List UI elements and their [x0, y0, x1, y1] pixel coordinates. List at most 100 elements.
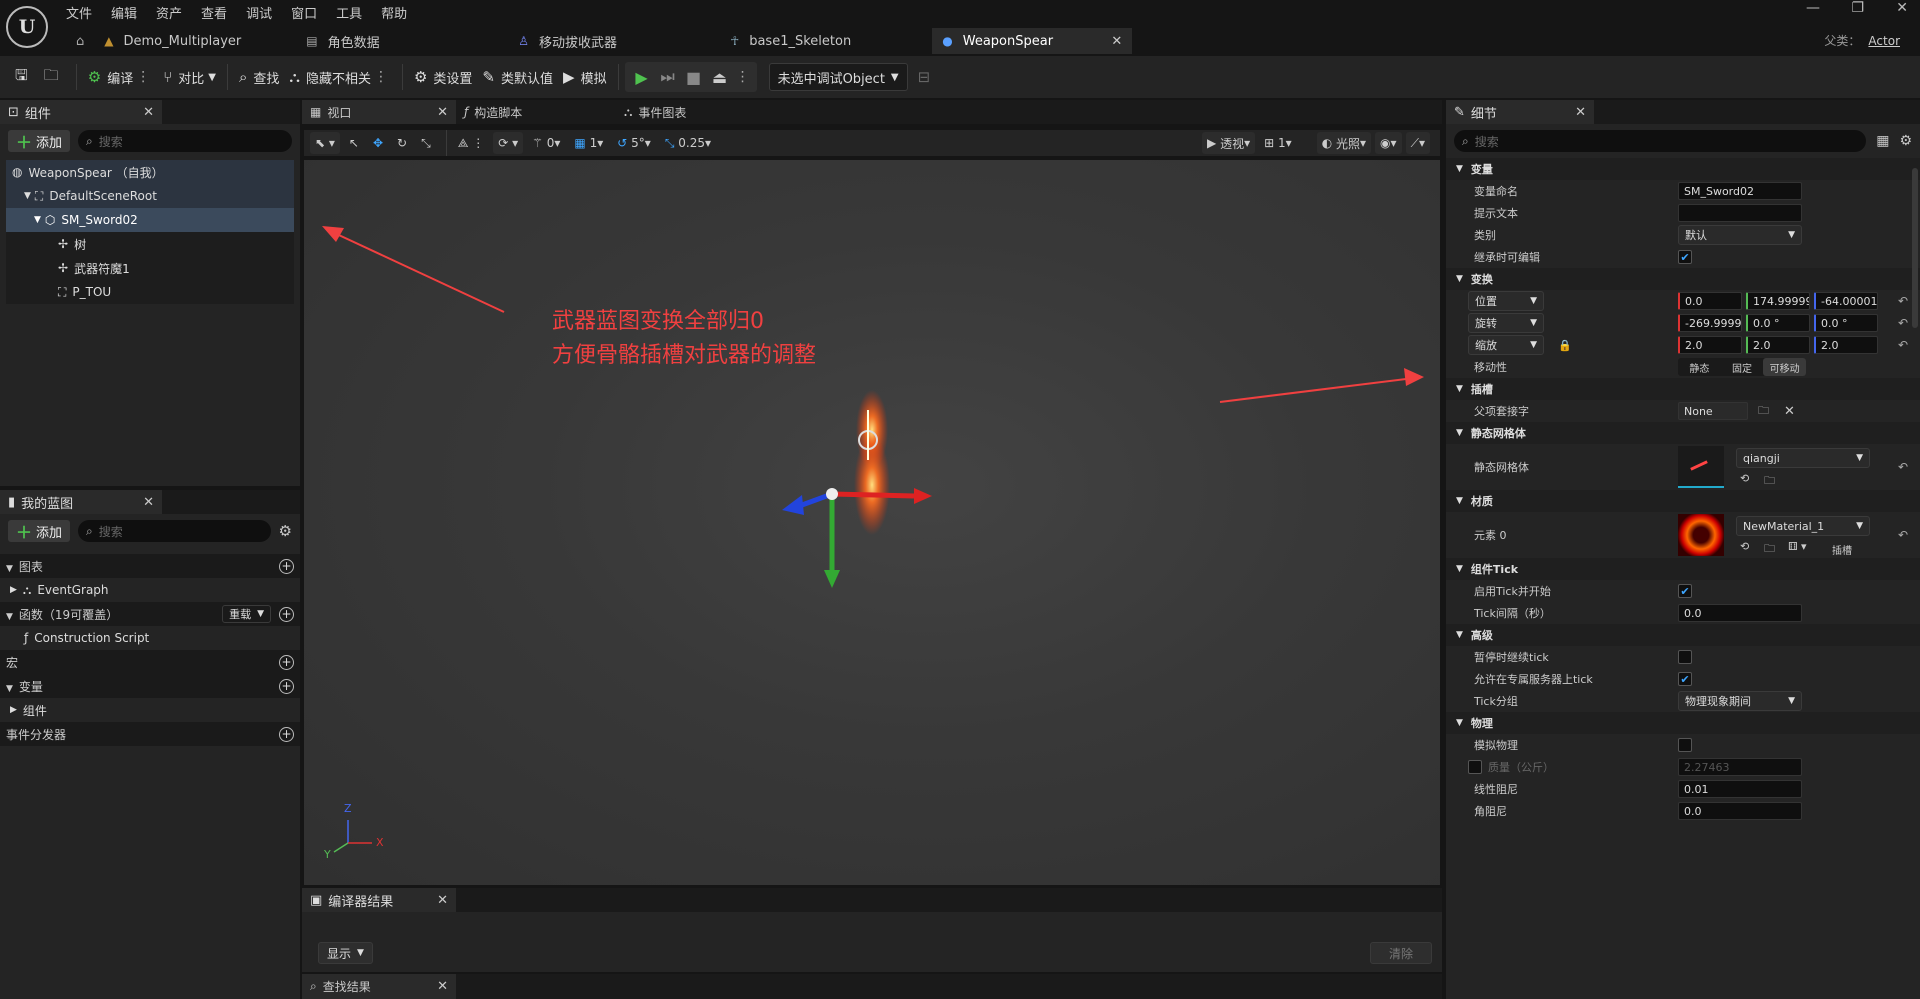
- camera-speed-select[interactable]: ⊞ 1 ▾: [1259, 132, 1297, 154]
- tab-skeleton[interactable]: ☥ base1_Skeleton: [720, 28, 930, 54]
- diff-button[interactable]: ⑂ 对比 ▼: [158, 56, 221, 98]
- tick-interval-input[interactable]: 0.0: [1678, 604, 1802, 622]
- rotation-z-input[interactable]: 0.0 °: [1814, 314, 1878, 332]
- compile-options-icon[interactable]: ⋮: [133, 69, 153, 85]
- lock-icon[interactable]: 🔒: [1558, 339, 1572, 352]
- restore-icon[interactable]: ❐: [1851, 0, 1864, 16]
- reset-icon[interactable]: ↶: [1898, 338, 1908, 352]
- menu-edit[interactable]: 编辑: [111, 3, 137, 22]
- mobility-movable[interactable]: 可移动: [1763, 358, 1807, 376]
- start-tick-checkbox[interactable]: ✔: [1678, 584, 1692, 598]
- menu-debug[interactable]: 调试: [246, 3, 272, 22]
- reset-icon[interactable]: ↶: [1898, 294, 1908, 308]
- tree-item-sm-sword02[interactable]: ▼ ⬡ SM_Sword02: [6, 208, 294, 232]
- static-mesh-thumbnail[interactable]: [1678, 446, 1724, 488]
- add-component-button[interactable]: ＋添加: [8, 130, 71, 152]
- section-sockets[interactable]: ▼ 插槽: [1446, 378, 1920, 400]
- parent-class-link[interactable]: Actor: [1868, 34, 1900, 48]
- material-select[interactable]: NewMaterial_1 ▼: [1736, 516, 1870, 536]
- rotation-x-input[interactable]: -269.99999: [1678, 314, 1742, 332]
- location-y-input[interactable]: 174.99999: [1746, 292, 1810, 310]
- section-advanced[interactable]: ▼ 高级: [1446, 624, 1920, 646]
- world-local-icon[interactable]: ⟳ ▾: [493, 132, 524, 154]
- view-mode-select[interactable]: ◐ 光照 ▾: [1316, 132, 1372, 154]
- tree-item-default-scene-root[interactable]: ▼ ⛶ DefaultSceneRoot: [6, 184, 294, 208]
- tick-group-select[interactable]: 物理现象期间 ▼: [1678, 691, 1802, 711]
- scale-z-input[interactable]: 2.0: [1814, 336, 1878, 354]
- rotate-icon[interactable]: ↻: [392, 132, 412, 154]
- class-settings-button[interactable]: ⚙ 类设置: [409, 56, 477, 98]
- close-window-icon[interactable]: ✕: [1896, 0, 1908, 16]
- section-static-mesh[interactable]: ▼ 静态网格体: [1446, 422, 1920, 444]
- browse-socket-icon[interactable]: 🗀: [1758, 402, 1769, 421]
- home-icon[interactable]: ⌂: [68, 28, 92, 54]
- grid-snap-toggle[interactable]: ▦ 1 ▾: [569, 132, 608, 154]
- section-macros[interactable]: 宏 +: [0, 650, 300, 674]
- tree-item-weaponspear[interactable]: ◍ WeaponSpear （自我）: [6, 160, 294, 184]
- location-select[interactable]: 位置 ▼: [1468, 291, 1544, 311]
- eject-icon[interactable]: ⏏: [707, 63, 733, 91]
- gear-icon[interactable]: ⚙: [1899, 133, 1912, 149]
- close-icon[interactable]: ✕: [1575, 105, 1586, 120]
- table-view-icon[interactable]: ▦: [1876, 133, 1889, 149]
- material-thumbnail[interactable]: [1678, 514, 1724, 556]
- reset-icon[interactable]: ↶: [1898, 528, 1908, 542]
- clear-button[interactable]: 清除: [1370, 942, 1432, 964]
- tree-item-p-tou[interactable]: ⛶ P_TOU: [6, 280, 294, 304]
- static-mesh-select[interactable]: qiangji ▼: [1736, 448, 1870, 468]
- angle-snap-toggle[interactable]: ↺ 5° ▾: [612, 132, 656, 154]
- debug-filter-icon[interactable]: ⊟: [918, 68, 931, 86]
- scale-snap-toggle[interactable]: ⤡ 0.25 ▾: [660, 132, 716, 154]
- scale-x-input[interactable]: 2.0: [1678, 336, 1742, 354]
- tick-paused-checkbox[interactable]: [1678, 650, 1692, 664]
- scale-y-input[interactable]: 2.0: [1746, 336, 1810, 354]
- section-materials[interactable]: ▼ 材质: [1446, 490, 1920, 512]
- tree-item-weapon-enchant[interactable]: ✢ 武器符魔1: [6, 256, 294, 280]
- material-options-icon[interactable]: ⚅ ▾: [1788, 540, 1807, 553]
- save-icon[interactable]: 🖫: [10, 56, 39, 98]
- tab-my-blueprint[interactable]: ▮ 我的蓝图 ✕: [0, 490, 162, 514]
- tab-draw-weapon[interactable]: ♙ 移动拔收武器: [508, 28, 718, 54]
- section-variable[interactable]: ▼ 变量: [1446, 158, 1920, 180]
- close-tab-icon[interactable]: ✕: [1111, 34, 1122, 49]
- reset-icon[interactable]: ↶: [1898, 316, 1908, 330]
- tab-weapon-spear[interactable]: ● WeaponSpear ✕: [932, 28, 1133, 54]
- section-variables[interactable]: ▼ 变量 +: [0, 674, 300, 698]
- add-blueprint-item-button[interactable]: ＋添加: [8, 520, 71, 542]
- minimize-icon[interactable]: —: [1806, 0, 1820, 16]
- blueprint-search-input[interactable]: ⌕ 搜索: [78, 520, 271, 542]
- use-selected-icon[interactable]: ⟲: [1740, 472, 1749, 485]
- play-icon[interactable]: ▶: [629, 63, 655, 91]
- tab-components[interactable]: ⊡ 组件 ✕: [0, 100, 162, 124]
- unreal-logo-icon[interactable]: U: [6, 6, 48, 48]
- menu-help[interactable]: 帮助: [381, 3, 407, 22]
- close-icon[interactable]: ✕: [437, 105, 448, 120]
- translate-icon[interactable]: ✥: [368, 132, 388, 154]
- add-dispatcher-icon[interactable]: +: [279, 726, 294, 742]
- surface-snap-icon[interactable]: ⟁ ⋮: [453, 132, 490, 154]
- stop-icon[interactable]: ■: [681, 63, 707, 91]
- menu-window[interactable]: 窗口: [291, 3, 317, 22]
- add-function-icon[interactable]: +: [279, 606, 294, 622]
- tooltip-input[interactable]: [1678, 204, 1802, 222]
- tab-compiler-results[interactable]: ▣ 编译器结果 ✕: [302, 888, 456, 912]
- show-select[interactable]: 显示 ▼: [318, 942, 373, 964]
- construction-script-item[interactable]: ƒ Construction Script: [0, 626, 300, 650]
- tab-construction-script[interactable]: ƒ 构造脚本: [456, 100, 616, 124]
- add-graph-icon[interactable]: +: [279, 558, 294, 574]
- menu-tools[interactable]: 工具: [336, 3, 362, 22]
- hide-unrelated-button[interactable]: ⛬ 隐藏不相关 ⋮: [284, 56, 396, 98]
- dedicated-server-checkbox[interactable]: ✔: [1678, 672, 1692, 686]
- section-event-dispatchers[interactable]: 事件分发器 +: [0, 722, 300, 746]
- location-x-input[interactable]: 0.0: [1678, 292, 1742, 310]
- mass-override-checkbox[interactable]: [1468, 760, 1482, 774]
- details-scrollbar[interactable]: [1912, 168, 1918, 328]
- tree-item-tree[interactable]: ✢ 树: [6, 232, 294, 256]
- rotation-select[interactable]: 旋转 ▼: [1468, 313, 1544, 333]
- reset-icon[interactable]: ↶: [1898, 460, 1908, 474]
- menu-file[interactable]: 文件: [66, 3, 92, 22]
- add-variable-icon[interactable]: +: [279, 678, 294, 694]
- tab-find-results[interactable]: ⌕ 查找结果 ✕: [302, 974, 456, 999]
- debug-object-select[interactable]: 未选中调试Object ▼: [768, 63, 908, 91]
- category-select[interactable]: 默认 ▼: [1678, 225, 1802, 245]
